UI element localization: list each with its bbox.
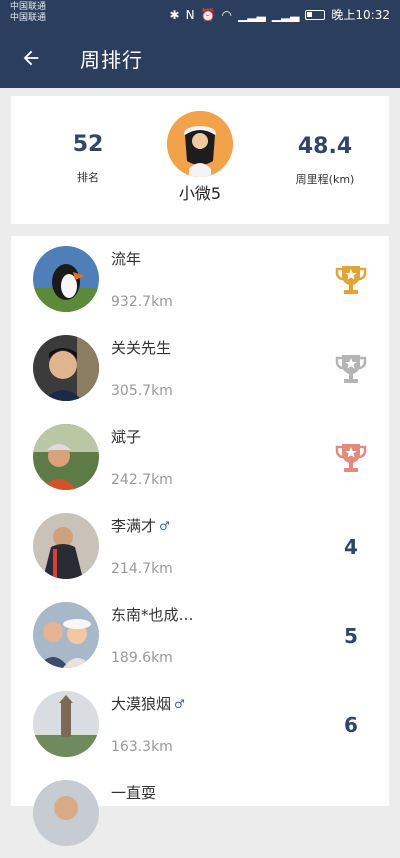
list-item[interactable]: 东南*也成… 189.6km 5 bbox=[11, 592, 389, 680]
distance: 242.7km bbox=[111, 472, 173, 488]
distance: 163.3km bbox=[111, 739, 173, 755]
back-button[interactable] bbox=[0, 28, 62, 88]
battery-icon bbox=[305, 9, 326, 20]
app-bar: 周排行 bbox=[0, 28, 400, 88]
signal-icon-2: ▁▂▃ bbox=[271, 7, 300, 22]
bluetooth-icon: ✱ bbox=[169, 7, 180, 22]
rank-badge: 6 bbox=[331, 705, 371, 745]
signal-icon: ▁▂▃ bbox=[238, 7, 266, 22]
rank-badge bbox=[331, 260, 371, 300]
silver-trophy-icon bbox=[335, 355, 367, 383]
list-item[interactable]: 关关先生 305.7km bbox=[11, 325, 389, 413]
avatar bbox=[33, 513, 99, 579]
user-name: 小微5 bbox=[178, 184, 222, 203]
distance-value: 48.4 bbox=[297, 134, 353, 159]
status-time: 晚上10:32 bbox=[331, 8, 390, 22]
user-name: 李满才 ♂ bbox=[111, 517, 170, 535]
user-name: 东南*也成… bbox=[111, 606, 194, 624]
bronze-trophy-icon bbox=[335, 444, 367, 472]
wifi-icon: ◠ bbox=[221, 7, 233, 22]
rank-label: 排名 bbox=[77, 171, 99, 184]
user-name: 流年 bbox=[111, 250, 142, 268]
rank-stat: 52 排名 bbox=[66, 132, 110, 185]
leaderboard-list: 流年 932.7km 关关先生 305.7km 斌子 242.7km 李满才 ♂… bbox=[11, 236, 389, 846]
distance: 305.7km bbox=[111, 383, 173, 399]
rank-badge: 5 bbox=[331, 616, 371, 656]
rank-number: 6 bbox=[344, 713, 358, 737]
user-name: 大漠狼烟 ♂ bbox=[111, 695, 185, 713]
rank-value: 52 bbox=[72, 132, 104, 157]
rank-number: 5 bbox=[344, 624, 358, 648]
rank-badge bbox=[331, 349, 371, 389]
distance-label: 周里程(km) bbox=[295, 173, 355, 186]
distance-stat: 48.4 周里程(km) bbox=[275, 134, 375, 187]
avatar bbox=[33, 780, 99, 846]
carrier-1: 中国联通 bbox=[10, 2, 47, 12]
user-name: 斌子 bbox=[111, 428, 142, 446]
list-item[interactable]: 流年 932.7km bbox=[11, 236, 389, 324]
summary-card: 52 排名 小微5 48.4 周里程(km) bbox=[11, 96, 389, 224]
avatar bbox=[33, 335, 99, 401]
avatar bbox=[33, 602, 99, 668]
distance: 214.7km bbox=[111, 561, 173, 577]
avatar bbox=[33, 691, 99, 757]
male-icon: ♂ bbox=[159, 518, 170, 533]
distance: 932.7km bbox=[111, 294, 173, 310]
list-item[interactable]: 李满才 ♂ 214.7km 4 bbox=[11, 503, 389, 591]
avatar bbox=[33, 424, 99, 490]
user-name: 关关先生 bbox=[111, 339, 172, 357]
user-avatar[interactable] bbox=[167, 111, 233, 177]
list-item[interactable]: 斌子 242.7km bbox=[11, 414, 389, 502]
list-item[interactable]: 大漠狼烟 ♂ 163.3km 6 bbox=[11, 681, 389, 769]
list-item[interactable]: 一直耍 bbox=[11, 770, 389, 858]
rank-number: 4 bbox=[344, 535, 358, 559]
avatar bbox=[33, 246, 99, 312]
distance: 189.6km bbox=[111, 650, 173, 666]
nfc-icon: Ν bbox=[185, 7, 195, 22]
rank-badge: 4 bbox=[331, 527, 371, 567]
gold-trophy-icon bbox=[335, 266, 367, 294]
rank-badge bbox=[331, 438, 371, 478]
alarm-icon: ⏰ bbox=[200, 7, 216, 22]
carrier-info: 中国联通 中国联通 bbox=[10, 2, 46, 24]
arrow-left-icon bbox=[23, 50, 39, 66]
status-icons: ✱ Ν ⏰ ◠ ▁▂▃ ▁▂▃ 晚上10:32 bbox=[170, 6, 390, 23]
male-icon: ♂ bbox=[174, 696, 185, 711]
page-title: 周排行 bbox=[80, 47, 143, 72]
status-bar: 中国联通 中国联通 ✱ Ν ⏰ ◠ ▁▂▃ ▁▂▃ 晚上10:32 bbox=[0, 0, 400, 28]
carrier-2: 中国联通 bbox=[10, 13, 47, 23]
